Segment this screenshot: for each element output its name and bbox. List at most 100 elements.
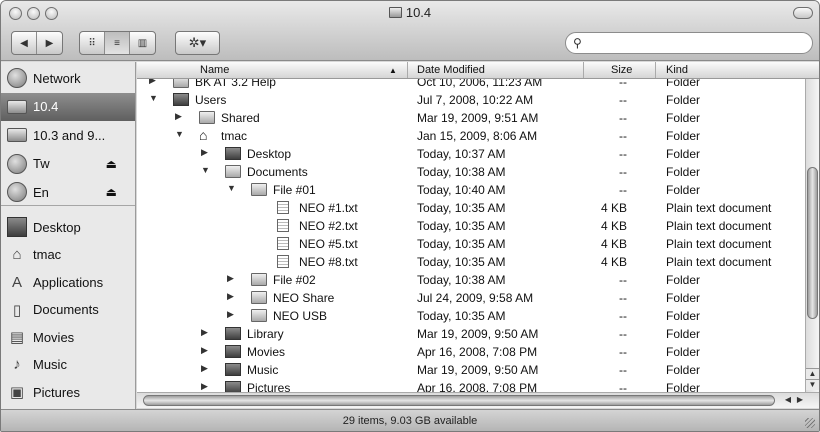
horizontal-scrollbar[interactable]: ◀ ▶ <box>137 392 819 408</box>
applications-icon: A <box>11 273 22 291</box>
list-view-icon: ≡ <box>114 37 120 49</box>
vertical-scroll-thumb[interactable] <box>807 167 818 319</box>
disclosure-collapsed-icon[interactable]: ▶ <box>201 363 211 374</box>
sidebar-item-pictures[interactable]: ▣ Pictures <box>1 378 135 406</box>
column-size[interactable]: Size <box>611 64 632 76</box>
sidebar-item-network[interactable]: Network <box>1 64 135 92</box>
list-row[interactable]: NEO #5.txt Today, 10:35 AM 4 KB Plain text … <box>137 235 805 253</box>
list-row[interactable]: ▶ Music Mar 19, 2009, 9:50 AM -- Folder <box>137 361 805 379</box>
cell-kind: Folder <box>666 129 701 143</box>
disclosure-collapsed-icon[interactable]: ▶ <box>201 147 211 158</box>
view-mode-control: ⠿ ≡ ▥ <box>79 31 156 55</box>
disclosure-collapsed-icon[interactable]: ▶ <box>227 309 237 320</box>
cell-size: -- <box>619 147 627 161</box>
list-row[interactable]: NEO #2.txt Today, 10:35 AM 4 KB Plain text … <box>137 217 805 235</box>
sidebar-item-desktop[interactable]: Desktop <box>1 213 135 241</box>
disclosure-collapsed-icon[interactable]: ▶ <box>227 291 237 302</box>
sidebar-item-label: Music <box>33 357 67 372</box>
disclosure-collapsed-icon[interactable]: ▶ <box>227 273 237 284</box>
sidebar-item-applications[interactable]: A Applications <box>1 268 135 296</box>
folder-icon <box>251 309 267 322</box>
folder-icon <box>173 79 189 88</box>
scroll-left-button[interactable]: ◀ <box>782 395 794 406</box>
sidebar-item-music[interactable]: ♪ Music <box>1 351 135 379</box>
list-row[interactable]: ▼ File #01 Today, 10:40 AM -- Folder <box>137 181 805 199</box>
cell-kind: Folder <box>666 327 701 341</box>
sidebar-item-documents[interactable]: ▯ Documents <box>1 296 135 324</box>
forward-button[interactable]: ▶ <box>37 32 62 54</box>
cell-kind: Folder <box>666 111 701 125</box>
list-row[interactable]: ▶ Shared Mar 19, 2009, 9:51 AM -- Folder <box>137 109 805 127</box>
list-row[interactable]: NEO #1.txt Today, 10:35 AM 4 KB Plain text … <box>137 199 805 217</box>
cell-name: NEO Share <box>273 291 335 305</box>
scroll-right-button[interactable]: ▶ <box>794 395 806 406</box>
search-input[interactable] <box>588 35 803 51</box>
eject-icon[interactable]: ⏏ <box>106 157 117 171</box>
list-row[interactable]: ▶ File #02 Today, 10:38 AM -- Folder <box>137 271 805 289</box>
vertical-scrollbar[interactable]: ▲ ▼ <box>805 79 819 392</box>
back-arrow-icon: ◀ <box>20 37 28 49</box>
cell-date: Today, 10:37 AM <box>417 147 506 161</box>
music-icon: ♪ <box>13 356 21 373</box>
sidebar-item-en[interactable]: En ⏏ <box>1 178 135 206</box>
back-button[interactable]: ◀ <box>12 32 37 54</box>
horizontal-scroll-thumb[interactable] <box>143 395 775 406</box>
title-toolbar: 10.4 ◀ ▶ ⠿ ≡ ▥ ✲▾ ⚲ <box>1 1 819 61</box>
cell-date: Today, 10:38 AM <box>417 165 506 179</box>
folder-icon <box>225 165 241 178</box>
cell-kind: Folder <box>666 345 701 359</box>
cell-date: Mar 19, 2009, 9:51 AM <box>417 111 539 125</box>
hard-disk-icon <box>7 99 27 114</box>
folder-icon <box>251 291 267 304</box>
scroll-down-button[interactable]: ▼ <box>806 379 819 390</box>
list-row[interactable]: ▶ BK AT 3.2 Help Oct 10, 2006, 11:23 AM -- F… <box>137 79 805 91</box>
list-row[interactable]: NEO #8.txt Today, 10:35 AM 4 KB Plain text … <box>137 253 805 271</box>
list-row[interactable]: ▶ Pictures Apr 16, 2008, 7:08 PM -- Folder <box>137 379 805 392</box>
list-row[interactable]: ▶ Movies Apr 16, 2008, 7:08 PM -- Folder <box>137 343 805 361</box>
text-document-icon <box>277 255 289 268</box>
text-document-icon <box>277 219 289 232</box>
resize-grip-icon[interactable] <box>805 418 815 428</box>
sidebar-item-tw[interactable]: Tw ⏏ <box>1 150 135 178</box>
home-icon: ⌂ <box>12 246 22 263</box>
list-row[interactable]: ▶ NEO USB Today, 10:35 AM -- Folder <box>137 307 805 325</box>
icon-view-icon: ⠿ <box>88 37 96 49</box>
list-row[interactable]: ▶ Desktop Today, 10:37 AM -- Folder <box>137 145 805 163</box>
sidebar-item-10-4[interactable]: 10.4 <box>1 92 135 121</box>
disclosure-collapsed-icon[interactable]: ▶ <box>149 79 159 86</box>
disclosure-expanded-icon[interactable]: ▼ <box>201 165 211 175</box>
list-row[interactable]: ▼ ⌂ tmac Jan 15, 2009, 8:06 AM -- Folder <box>137 127 805 145</box>
action-menu-button[interactable]: ✲▾ <box>175 31 220 55</box>
folder-icon <box>225 345 241 358</box>
disclosure-collapsed-icon[interactable]: ▶ <box>175 111 185 122</box>
sidebar-item-10-3-and-9[interactable]: 10.3 and 9... <box>1 121 135 149</box>
scroll-up-button[interactable]: ▲ <box>806 368 819 379</box>
disclosure-expanded-icon[interactable]: ▼ <box>149 93 159 103</box>
column-name[interactable]: Name <box>200 64 229 76</box>
column-view-button[interactable]: ▥ <box>130 32 155 54</box>
list-row[interactable]: ▶ Library Mar 19, 2009, 9:50 AM -- Folder <box>137 325 805 343</box>
disclosure-collapsed-icon[interactable]: ▶ <box>201 345 211 356</box>
sidebar-item-label: Tw <box>33 156 50 171</box>
column-date-modified[interactable]: Date Modified <box>417 64 485 76</box>
cell-kind: Folder <box>666 363 701 377</box>
search-field[interactable]: ⚲ <box>565 32 813 54</box>
file-list: ▶ BK AT 3.2 Help Oct 10, 2006, 11:23 AM -- F… <box>137 79 805 392</box>
list-view-button[interactable]: ≡ <box>105 32 130 54</box>
sidebar-item-movies[interactable]: ▤ Movies <box>1 323 135 351</box>
icon-view-button[interactable]: ⠿ <box>80 32 105 54</box>
cell-date: Apr 16, 2008, 7:08 PM <box>417 345 538 359</box>
disclosure-expanded-icon[interactable]: ▼ <box>227 183 237 193</box>
list-row[interactable]: ▶ NEO Share Jul 24, 2009, 9:58 AM -- Folder <box>137 289 805 307</box>
disclosure-collapsed-icon[interactable]: ▶ <box>201 381 211 392</box>
list-row[interactable]: ▼ Users Jul 7, 2008, 10:22 AM -- Folder <box>137 91 805 109</box>
column-kind[interactable]: Kind <box>666 64 688 76</box>
eject-icon[interactable]: ⏏ <box>106 185 117 199</box>
disclosure-collapsed-icon[interactable]: ▶ <box>201 327 211 338</box>
list-row[interactable]: ▼ Documents Today, 10:38 AM -- Folder <box>137 163 805 181</box>
sidebar-item-tmac[interactable]: ⌂ tmac <box>1 241 135 269</box>
column-divider <box>407 62 408 78</box>
cell-size: -- <box>619 79 627 89</box>
toolbar-toggle-button[interactable] <box>793 7 813 19</box>
disclosure-expanded-icon[interactable]: ▼ <box>175 129 185 139</box>
